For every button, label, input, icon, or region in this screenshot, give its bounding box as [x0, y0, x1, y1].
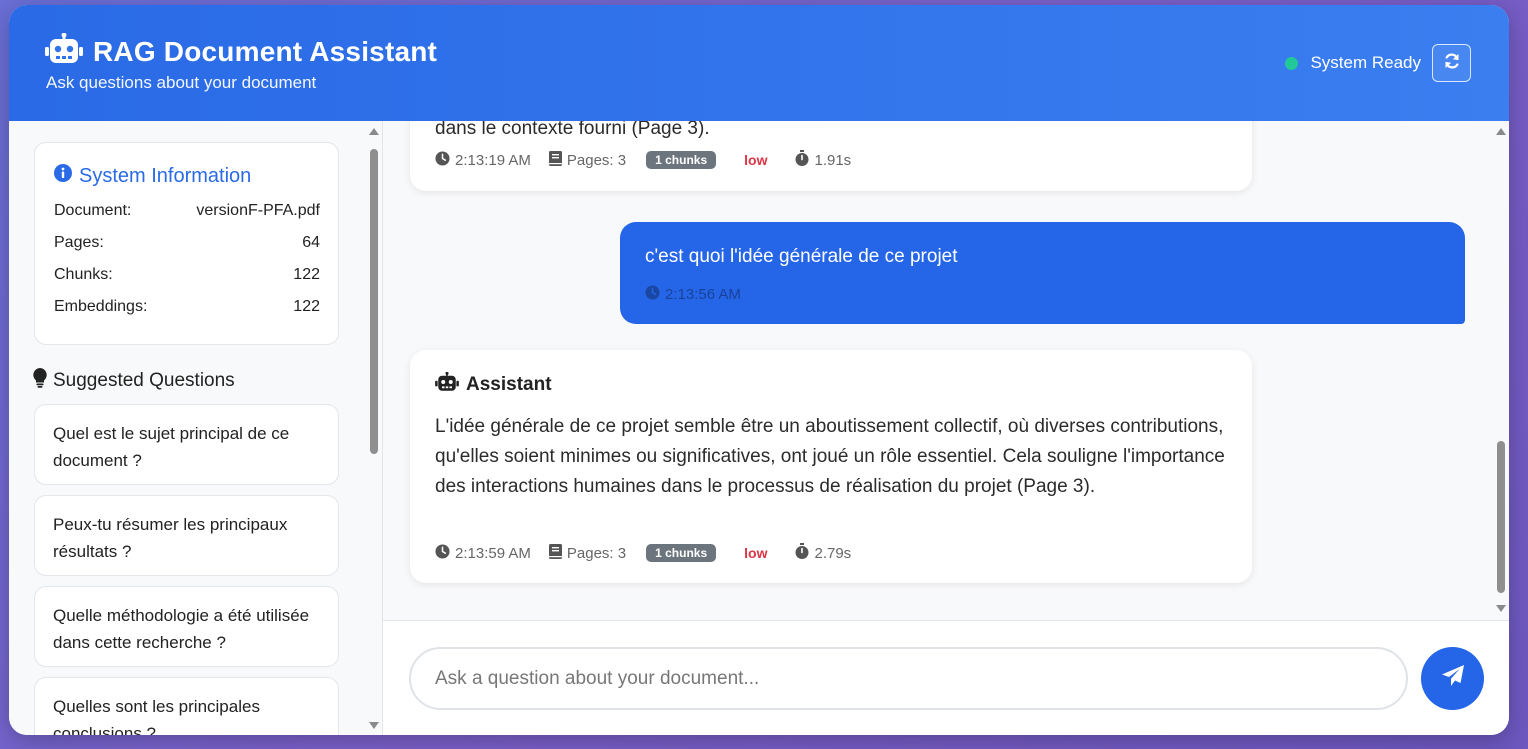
- lightbulb-icon: [33, 368, 47, 394]
- message-text: dans le contexte fourni (Page 3).: [435, 121, 710, 139]
- message-meta: 2:13:19 AM Pages: 3 1 chunks low 1.91s: [435, 150, 851, 170]
- app-subtitle: Ask questions about your document: [46, 73, 317, 92]
- suggested-question[interactable]: Peux-tu résumer les principaux résultats…: [34, 495, 339, 576]
- status-text: System Ready: [1310, 53, 1421, 72]
- clock-icon: [435, 150, 450, 170]
- input-bar: [383, 620, 1509, 735]
- message-text: c'est quoi l'idée générale de ce projet: [645, 246, 958, 267]
- time-text: 2:13:59 AM: [455, 544, 531, 562]
- status-dot-icon: [1285, 56, 1299, 70]
- meta-time: 2:13:19 AM: [435, 150, 531, 170]
- meta-duration: 2.79s: [795, 543, 851, 563]
- info-row-document: Document: versionF-PFA.pdf: [54, 202, 320, 220]
- chat-area: dans le contexte fourni (Page 3). 2:13:1…: [383, 121, 1509, 620]
- refresh-button[interactable]: [1432, 44, 1471, 82]
- info-row-chunks: Chunks: 122: [54, 266, 320, 284]
- sidebar-scrollbar[interactable]: [366, 121, 382, 735]
- send-button[interactable]: [1421, 647, 1484, 710]
- message-meta: 2:13:59 AM Pages: 3 1 chunks low 2.79s: [435, 543, 851, 563]
- info-value: versionF-PFA.pdf: [196, 202, 320, 219]
- info-circle-icon: [54, 164, 72, 188]
- confidence-label: low: [744, 152, 768, 168]
- clock-icon: [435, 543, 450, 563]
- robot-icon: [435, 371, 459, 398]
- sidebar: System Information Document: versionF-PF…: [9, 121, 383, 735]
- book-icon: [548, 543, 562, 563]
- info-row-embeddings: Embeddings: 122: [54, 298, 320, 316]
- pages-text: Pages: 3: [566, 544, 627, 562]
- info-label: Document:: [54, 202, 132, 219]
- robot-icon: [45, 32, 83, 70]
- scrollbar-thumb[interactable]: [1497, 441, 1505, 593]
- meta-time: 2:13:59 AM: [435, 543, 531, 563]
- user-message: c'est quoi l'idée générale de ce projet …: [620, 222, 1465, 324]
- meta-pages: Pages: 3: [548, 543, 627, 563]
- time-text: 2:13:56 AM: [665, 286, 741, 303]
- scroll-up-icon[interactable]: [369, 128, 379, 135]
- confidence-label: low: [744, 545, 768, 561]
- time-text: 2:13:19 AM: [455, 151, 531, 169]
- app-header: RAG Document Assistant Ask questions abo…: [9, 5, 1509, 121]
- clock-icon: [645, 285, 660, 304]
- book-icon: [548, 150, 562, 170]
- system-info-label: System Information: [79, 164, 252, 187]
- message-sender: Assistant: [435, 371, 552, 398]
- pages-text: Pages: 3: [566, 151, 627, 169]
- info-label: Pages:: [54, 234, 104, 251]
- duration-text: 2.79s: [814, 544, 852, 562]
- system-status: System Ready: [1285, 53, 1421, 73]
- info-row-pages: Pages: 64: [54, 234, 320, 252]
- scroll-down-icon[interactable]: [1496, 605, 1506, 612]
- suggested-question[interactable]: Quel est le sujet principal de ce docume…: [34, 404, 339, 485]
- suggested-questions-title: Suggested Questions: [33, 368, 235, 394]
- system-info-title: System Information: [54, 164, 251, 188]
- system-info-card: System Information Document: versionF-PF…: [34, 142, 339, 345]
- message-text: L'idée générale de ce projet semble être…: [435, 416, 1225, 497]
- scroll-up-icon[interactable]: [1496, 128, 1506, 135]
- scroll-down-icon[interactable]: [369, 722, 379, 729]
- stopwatch-icon: [795, 150, 809, 170]
- duration-text: 1.91s: [814, 151, 852, 169]
- scrollbar-thumb[interactable]: [370, 149, 378, 454]
- chat-scrollbar[interactable]: [1493, 121, 1509, 620]
- chunks-badge: 1 chunks: [646, 151, 717, 169]
- assistant-message: Assistant L'idée générale de ce projet s…: [410, 350, 1252, 583]
- title-row: RAG Document Assistant: [45, 32, 438, 70]
- info-value: 122: [293, 298, 320, 315]
- info-value: 122: [293, 266, 320, 283]
- message-meta: 2:13:56 AM: [645, 285, 741, 304]
- stopwatch-icon: [795, 543, 809, 563]
- suggested-title-label: Suggested Questions: [53, 370, 235, 391]
- app-title: RAG Document Assistant: [93, 35, 438, 67]
- refresh-icon: [1443, 52, 1461, 75]
- paper-plane-icon: [1441, 664, 1465, 693]
- suggested-question[interactable]: Quelles sont les principales conclusions…: [34, 677, 339, 735]
- assistant-message: dans le contexte fourni (Page 3). 2:13:1…: [410, 121, 1252, 191]
- app-window: RAG Document Assistant Ask questions abo…: [9, 5, 1509, 735]
- info-value: 64: [302, 234, 320, 251]
- info-label: Chunks:: [54, 266, 113, 283]
- chunks-badge: 1 chunks: [646, 544, 717, 562]
- suggested-question[interactable]: Quelle méthodologie a été utilisée dans …: [34, 586, 339, 667]
- meta-pages: Pages: 3: [548, 150, 627, 170]
- sender-label: Assistant: [466, 374, 552, 395]
- meta-duration: 1.91s: [795, 150, 851, 170]
- info-label: Embeddings:: [54, 298, 148, 315]
- question-input[interactable]: [409, 647, 1408, 710]
